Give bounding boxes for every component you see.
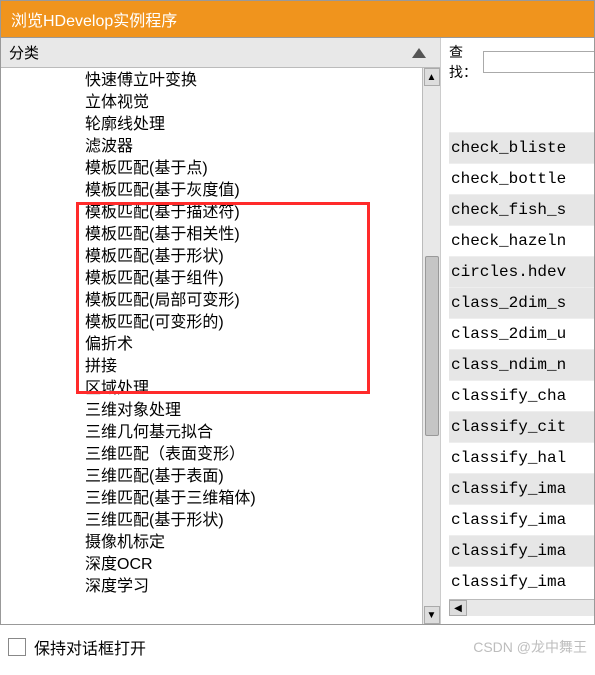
category-item[interactable]: 模板匹配(基于形状) xyxy=(29,246,422,268)
category-tree-area: 快速傅立叶变换立体视觉轮廓线处理滤波器模板匹配(基于点)模板匹配(基于灰度值)模… xyxy=(1,68,440,624)
scroll-left-button[interactable]: ◀ xyxy=(449,600,467,616)
category-item[interactable]: 摄像机标定 xyxy=(29,532,422,554)
category-header[interactable]: 分类 xyxy=(1,38,440,68)
category-panel: 分类 快速傅立叶变换立体视觉轮廓线处理滤波器模板匹配(基于点)模板匹配(基于灰度… xyxy=(1,38,441,624)
body-area: 分类 快速傅立叶变换立体视觉轮廓线处理滤波器模板匹配(基于点)模板匹配(基于灰度… xyxy=(1,38,594,624)
category-item[interactable]: 模板匹配(基于组件) xyxy=(29,268,422,290)
category-item[interactable]: 快速傅立叶变换 xyxy=(29,70,422,92)
category-item[interactable]: 深度OCR xyxy=(29,554,422,576)
chevron-up-icon: ▲ xyxy=(427,72,437,83)
category-item[interactable]: 模板匹配(基于描述符) xyxy=(29,202,422,224)
category-item[interactable]: 模板匹配(基于点) xyxy=(29,158,422,180)
result-item[interactable]: class_2dim_s xyxy=(449,287,594,318)
category-tree[interactable]: 快速傅立叶变换立体视觉轮廓线处理滤波器模板匹配(基于点)模板匹配(基于灰度值)模… xyxy=(1,68,422,624)
keep-open-label: 保持对话框打开 xyxy=(34,635,146,659)
scroll-up-button[interactable]: ▲ xyxy=(424,68,440,86)
watermark: CSDN @龙中舞王 xyxy=(473,637,587,657)
keep-open-row[interactable]: 保持对话框打开 xyxy=(8,635,146,659)
result-item[interactable]: check_bliste xyxy=(449,132,594,163)
find-row: 查找： xyxy=(449,42,594,82)
category-item[interactable]: 三维匹配(基于形状) xyxy=(29,510,422,532)
titlebar: 浏览HDevelop实例程序 xyxy=(1,1,594,38)
category-item[interactable]: 轮廓线处理 xyxy=(29,114,422,136)
scroll-track[interactable] xyxy=(424,86,440,606)
result-item[interactable]: classify_cha xyxy=(449,380,594,411)
result-item[interactable]: classify_ima xyxy=(449,566,594,597)
category-item[interactable]: 立体视觉 xyxy=(29,92,422,114)
category-header-label: 分类 xyxy=(9,42,39,63)
find-input[interactable] xyxy=(483,51,594,73)
results-panel: 查找： check_blistecheck_bottlecheck_fish_s… xyxy=(441,38,594,624)
category-item[interactable]: 三维匹配(基于三维箱体) xyxy=(29,488,422,510)
footer: 保持对话框打开 CSDN @龙中舞王 xyxy=(0,625,595,659)
category-item[interactable]: 模板匹配(基于灰度值) xyxy=(29,180,422,202)
vertical-scrollbar[interactable]: ▲ ▼ xyxy=(422,68,440,624)
window-title: 浏览HDevelop实例程序 xyxy=(11,13,177,30)
result-item[interactable]: circles.hdev xyxy=(449,256,594,287)
category-item[interactable]: 三维对象处理 xyxy=(29,400,422,422)
category-item[interactable]: 拼接 xyxy=(29,356,422,378)
category-item[interactable]: 滤波器 xyxy=(29,136,422,158)
result-item[interactable]: class_ndim_n xyxy=(449,349,594,380)
result-item[interactable]: classify_ima xyxy=(449,535,594,566)
result-item[interactable]: classify_hal xyxy=(449,442,594,473)
result-item[interactable]: check_hazeln xyxy=(449,225,594,256)
result-item[interactable]: classify_cit xyxy=(449,411,594,442)
result-item[interactable]: classify_ima xyxy=(449,504,594,535)
category-item[interactable]: 三维匹配（表面变形） xyxy=(29,444,422,466)
result-item[interactable]: class_2dim_u xyxy=(449,318,594,349)
horizontal-scrollbar[interactable]: ◀ xyxy=(449,599,594,616)
result-item[interactable]: classify_ima xyxy=(449,473,594,504)
h-scroll-track[interactable] xyxy=(467,600,594,616)
result-item[interactable]: check_fish_s xyxy=(449,194,594,225)
category-item[interactable]: 模板匹配(可变形的) xyxy=(29,312,422,334)
chevron-left-icon: ◀ xyxy=(454,603,462,614)
category-item[interactable]: 三维匹配(基于表面) xyxy=(29,466,422,488)
category-item[interactable]: 模板匹配(局部可变形) xyxy=(29,290,422,312)
category-item[interactable]: 模板匹配(基于相关性) xyxy=(29,224,422,246)
chevron-down-icon: ▼ xyxy=(427,610,437,621)
category-item[interactable]: 区域处理 xyxy=(29,378,422,400)
category-item[interactable]: 偏折术 xyxy=(29,334,422,356)
result-list[interactable]: check_blistecheck_bottlecheck_fish_schec… xyxy=(449,132,594,597)
category-item[interactable]: 三维几何基元拟合 xyxy=(29,422,422,444)
scroll-thumb[interactable] xyxy=(425,256,439,436)
result-item[interactable]: check_bottle xyxy=(449,163,594,194)
find-label: 查找： xyxy=(449,42,477,82)
sort-up-icon[interactable] xyxy=(412,48,426,58)
dialog-window: 浏览HDevelop实例程序 分类 快速傅立叶变换立体视觉轮廓线处理滤波器模板匹… xyxy=(0,0,595,625)
scroll-down-button[interactable]: ▼ xyxy=(424,606,440,624)
keep-open-checkbox[interactable] xyxy=(8,638,26,656)
category-item[interactable]: 深度学习 xyxy=(29,576,422,598)
